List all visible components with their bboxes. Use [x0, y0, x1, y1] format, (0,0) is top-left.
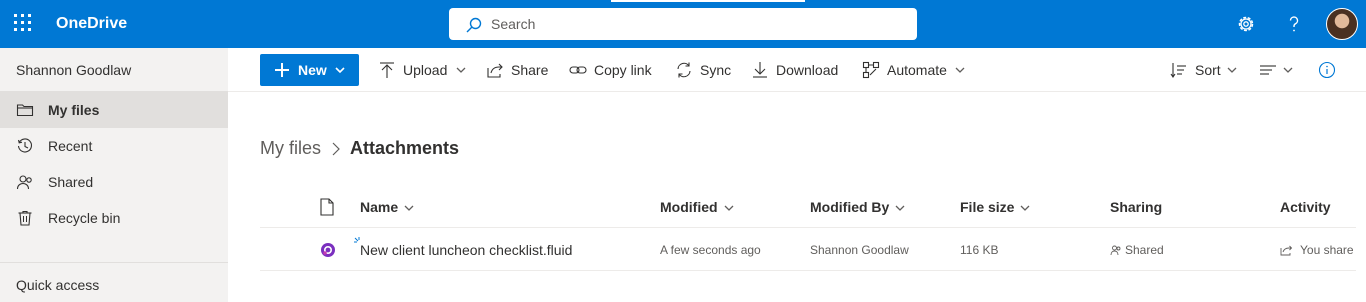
share-button[interactable]: Share [486, 54, 550, 86]
upload-label: Upload [403, 62, 448, 78]
automate-label: Automate [887, 62, 947, 78]
automate-button[interactable]: Automate [862, 54, 966, 86]
column-header-name[interactable]: Name [360, 186, 414, 228]
chevron-down-icon [1021, 205, 1030, 212]
chevron-down-icon [335, 67, 345, 74]
column-header-activity[interactable]: Activity [1280, 186, 1331, 228]
plus-icon [275, 63, 289, 77]
share-icon [487, 63, 503, 78]
new-button-label: New [298, 62, 327, 78]
copy-link-label: Copy link [594, 62, 652, 78]
suite-header: OneDrive [0, 0, 1366, 48]
search-input[interactable] [491, 8, 901, 40]
chevron-down-icon [895, 205, 905, 212]
people-icon [1110, 245, 1121, 256]
chevron-down-icon [955, 67, 965, 73]
nav-item-label: Shared [48, 174, 94, 190]
info-button[interactable] [1318, 54, 1338, 86]
search-box[interactable] [449, 8, 917, 40]
list-header: Name Modified Modified By File size Shar… [260, 186, 1366, 228]
download-button[interactable]: Download [751, 54, 841, 86]
share-icon [1280, 245, 1293, 256]
sync-icon [677, 62, 691, 78]
download-label: Download [776, 62, 839, 78]
link-icon [569, 66, 587, 74]
download-icon [753, 62, 767, 78]
chevron-down-icon [724, 205, 734, 212]
settings-gear-icon[interactable] [1234, 12, 1258, 36]
user-name: Shannon Goodlaw [16, 62, 132, 78]
chevron-right-icon [332, 142, 340, 156]
modified-cell: A few seconds ago [660, 243, 761, 257]
upload-icon [380, 62, 394, 78]
view-options-button[interactable] [1259, 54, 1295, 86]
column-header-modified[interactable]: Modified [660, 186, 734, 228]
column-header-sharing[interactable]: Sharing [1110, 186, 1162, 228]
history-icon [17, 138, 32, 153]
folder-icon [16, 104, 34, 117]
sort-button[interactable]: Sort [1170, 54, 1240, 86]
column-header-label: Name [360, 199, 399, 215]
people-icon [16, 175, 32, 190]
file-size-cell: 116 KB [960, 243, 999, 257]
column-header-label: Activity [1280, 199, 1331, 215]
modified-by-cell[interactable]: Shannon Goodlaw [810, 229, 909, 271]
nav-item-label: My files [48, 102, 100, 118]
file-type-icon[interactable] [320, 198, 334, 216]
nav-item-recycle-bin[interactable]: Recycle bin [0, 200, 228, 236]
automate-flow-icon [862, 61, 880, 79]
left-navigation: Shannon Goodlaw My files Recent Shared R… [0, 48, 228, 302]
sort-label: Sort [1195, 62, 1221, 78]
help-icon[interactable] [1282, 12, 1306, 36]
activity-label: You share [1300, 243, 1354, 257]
column-header-file-size[interactable]: File size [960, 186, 1030, 228]
sync-button[interactable]: Sync [675, 54, 735, 86]
chevron-down-icon [456, 67, 466, 73]
chevron-down-icon [404, 205, 414, 212]
info-icon [1318, 61, 1336, 79]
chevron-down-icon [1227, 67, 1237, 73]
app-name[interactable]: OneDrive [56, 0, 127, 48]
breadcrumb-current: Attachments [350, 138, 460, 158]
share-label: Share [511, 62, 549, 78]
nav-item-label: Recycle bin [48, 210, 121, 226]
quick-access-heading: Quick access [16, 277, 100, 293]
copy-link-button[interactable]: Copy link [569, 54, 659, 86]
chevron-down-icon [1283, 67, 1293, 73]
new-button[interactable]: New [260, 54, 359, 86]
user-avatar[interactable] [1326, 8, 1358, 40]
command-bar: New Upload Share Copy link Sync Download… [228, 48, 1366, 92]
table-row[interactable]: New client luncheon checklist.fluid A fe… [260, 229, 1366, 271]
column-header-label: Modified By [810, 199, 890, 215]
upload-button[interactable]: Upload [378, 54, 468, 86]
nav-item-label: Recent [48, 138, 93, 154]
nav-item-my-files[interactable]: My files [0, 92, 228, 128]
header-highlight [611, 0, 805, 2]
recycle-bin-icon [18, 210, 32, 226]
column-header-label: Sharing [1110, 199, 1163, 215]
column-header-label: Modified [660, 199, 718, 215]
sharing-label: Shared [1125, 243, 1164, 257]
nav-item-shared[interactable]: Shared [0, 164, 228, 200]
sort-icon [1170, 63, 1186, 78]
file-name-link[interactable]: New client luncheon checklist.fluid [360, 229, 572, 271]
fluid-file-icon [321, 243, 335, 257]
app-launcher-icon[interactable] [14, 14, 34, 34]
nav-item-recent[interactable]: Recent [0, 128, 228, 164]
nav-divider [0, 262, 228, 263]
search-icon [466, 17, 482, 33]
column-header-modified-by[interactable]: Modified By [810, 186, 905, 228]
scrollbar[interactable] [1356, 92, 1366, 302]
breadcrumb-root[interactable]: My files [260, 138, 321, 159]
list-view-icon [1260, 65, 1276, 75]
column-header-label: File size [960, 199, 1015, 215]
sync-label: Sync [700, 62, 732, 78]
